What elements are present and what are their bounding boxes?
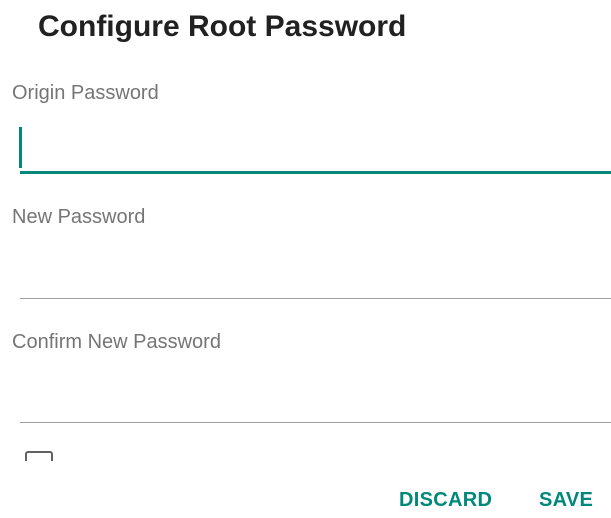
origin-password-input[interactable]	[20, 126, 611, 170]
show-password-checkbox[interactable]	[25, 451, 53, 461]
discard-button[interactable]: DISCARD	[399, 489, 492, 512]
origin-password-field[interactable]	[20, 126, 611, 170]
configure-root-password-dialog: Configure Root Password Origin Password …	[0, 0, 611, 518]
new-password-input[interactable]	[20, 252, 611, 296]
confirm-password-input[interactable]	[20, 376, 611, 420]
text-cursor	[19, 127, 22, 168]
new-password-label: New Password	[12, 206, 146, 228]
origin-password-label: Origin Password	[12, 82, 159, 104]
confirm-password-underline	[20, 422, 611, 423]
new-password-field[interactable]	[20, 252, 611, 296]
save-button[interactable]: SAVE	[539, 489, 593, 512]
origin-password-underline	[20, 171, 611, 174]
dialog-title: Configure Root Password	[38, 10, 407, 43]
confirm-password-label: Confirm New Password	[12, 331, 221, 353]
new-password-underline	[20, 298, 611, 299]
confirm-password-field[interactable]	[20, 376, 611, 420]
